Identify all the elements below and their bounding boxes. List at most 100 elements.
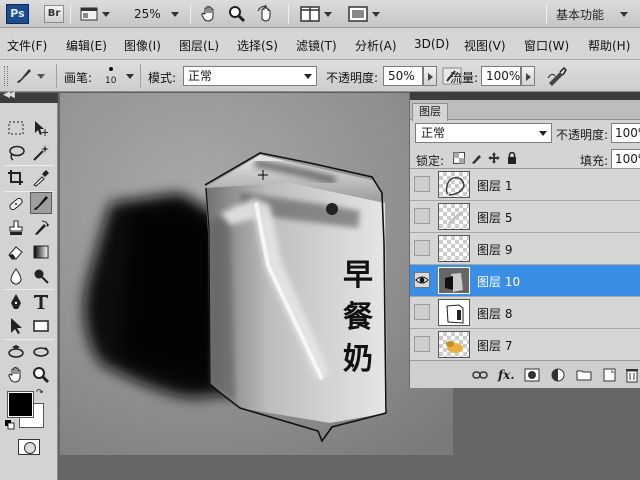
layer-row[interactable]: 图层 7 [410,329,640,360]
lock-pixels-icon[interactable] [471,152,483,164]
3d-orbit-tool[interactable] [30,341,52,363]
opacity-slider-toggle[interactable] [423,66,437,86]
menu-help[interactable]: 帮助(H) [588,37,630,54]
brush-tool[interactable] [30,192,52,214]
workspace-switcher[interactable]: 基本功能 [556,6,604,23]
lasso-tool[interactable] [5,142,27,164]
path-selection-tool[interactable] [5,315,27,337]
blend-mode-value: 正常 [188,69,213,83]
flow-input[interactable]: 100% [481,66,521,86]
panel-grip[interactable] [410,92,640,100]
zoom-tool-button[interactable] [228,4,246,24]
layer-visibility-toggle[interactable] [414,240,430,256]
brush-icon [17,69,31,83]
hand-tool-button[interactable] [200,4,218,24]
arrange-documents-icon [300,6,320,22]
layer-visibility-toggle[interactable] [414,272,430,288]
layer-row[interactable]: 图层 1 [410,169,640,201]
dodge-tool[interactable] [30,265,52,287]
menu-edit[interactable]: 编辑(E) [66,37,107,54]
spot-healing-tool[interactable] [5,193,27,215]
layer-thumbnail [438,235,470,262]
pen-tool[interactable] [5,291,27,313]
menu-view[interactable]: 视图(V) [464,37,506,54]
view-extras-button[interactable] [80,4,110,24]
menu-analysis[interactable]: 分析(A) [355,37,397,54]
document-canvas[interactable]: 早餐奶 [60,93,453,455]
blur-tool[interactable] [5,265,27,287]
chevron-down-icon[interactable] [620,12,628,17]
layer-row-selected[interactable]: 图层 10 [410,265,640,297]
opacity-input[interactable]: 50% [383,66,423,86]
adjustment-layer-icon[interactable] [550,367,566,383]
layer-thumbnail [438,299,470,326]
layer-visibility-toggle[interactable] [414,304,430,320]
quick-mask-button[interactable] [18,439,40,455]
clone-stamp-tool[interactable] [5,217,27,239]
menu-file[interactable]: 文件(F) [7,37,47,54]
layer-visibility-toggle[interactable] [414,208,430,224]
chevron-down-icon [170,11,179,17]
layer-visibility-toggle[interactable] [414,336,430,352]
link-layers-icon[interactable] [472,367,488,383]
menu-window[interactable]: 窗口(W) [524,37,569,54]
layer-opacity-input[interactable]: 100% [611,123,640,143]
3d-rotate-tool[interactable] [5,341,27,363]
layer-fill-input[interactable]: 100% [611,149,640,169]
blend-mode-select[interactable]: 正常 [183,66,317,86]
options-grip[interactable] [4,66,8,86]
layer-style-icon[interactable]: fx. [498,367,515,383]
new-layer-icon[interactable] [602,367,618,383]
screen-mode-button[interactable] [348,4,380,24]
chevron-down-icon[interactable] [126,74,134,79]
layer-blend-mode-select[interactable]: 正常 [415,123,552,143]
move-tool[interactable] [30,117,52,139]
separator [546,4,547,24]
foreground-color-swatch[interactable] [7,391,34,418]
lock-position-icon[interactable] [488,152,500,164]
layer-row[interactable]: 图层 5 [410,201,640,233]
airbrush-icon[interactable] [546,66,568,86]
arrow-icon [11,318,22,334]
menu-3d[interactable]: 3D(D) [414,37,449,51]
delete-layer-icon[interactable] [624,367,640,383]
arrange-documents-button[interactable] [300,4,332,24]
zoom-tool[interactable] [30,364,52,386]
history-brush-tool[interactable] [30,217,52,239]
eraser-tool[interactable] [5,241,27,263]
zoom-level-select[interactable]: 25% [134,4,179,24]
milk-carton-painting: 早餐奶 [60,93,453,455]
menu-layer[interactable]: 图层(L) [179,37,219,54]
menu-select[interactable]: 选择(S) [237,37,278,54]
layer-row[interactable]: 图层 8 [410,297,640,329]
magic-wand-tool[interactable] [30,142,52,164]
layer-visibility-toggle[interactable] [414,176,430,192]
pen-icon [11,294,21,309]
default-colors-icon[interactable] [5,420,15,430]
layer-name: 图层 7 [477,339,513,353]
crop-tool[interactable] [5,167,27,189]
bridge-button[interactable]: Br [44,5,64,23]
drop-icon [10,268,22,285]
menu-image[interactable]: 图像(I) [124,37,161,54]
tab-layers[interactable]: 图层 [412,103,448,121]
type-tool[interactable] [30,291,52,313]
layer-mask-icon[interactable] [524,367,540,383]
layer-row[interactable]: 图层 9 [410,233,640,265]
flow-slider-toggle[interactable] [521,66,535,86]
tool-preset-picker[interactable] [14,66,45,86]
new-group-icon[interactable] [576,367,592,383]
toolbox-collapse-bar[interactable]: ◀◀ [0,90,58,103]
rotate-view-button[interactable] [256,4,276,24]
eyedropper-tool[interactable] [30,167,52,189]
hand-tool[interactable] [5,364,27,386]
shape-tool[interactable] [30,315,52,337]
lock-transparency-icon[interactable] [453,152,465,164]
menu-filter[interactable]: 滤镜(T) [296,37,337,54]
eye-icon [415,276,429,284]
marquee-tool[interactable] [5,117,27,139]
gradient-tool[interactable] [30,241,52,263]
lock-all-icon[interactable] [506,152,518,164]
swap-colors-icon[interactable]: ↷ [36,388,46,398]
brush-picker[interactable]: 10 [100,64,124,88]
